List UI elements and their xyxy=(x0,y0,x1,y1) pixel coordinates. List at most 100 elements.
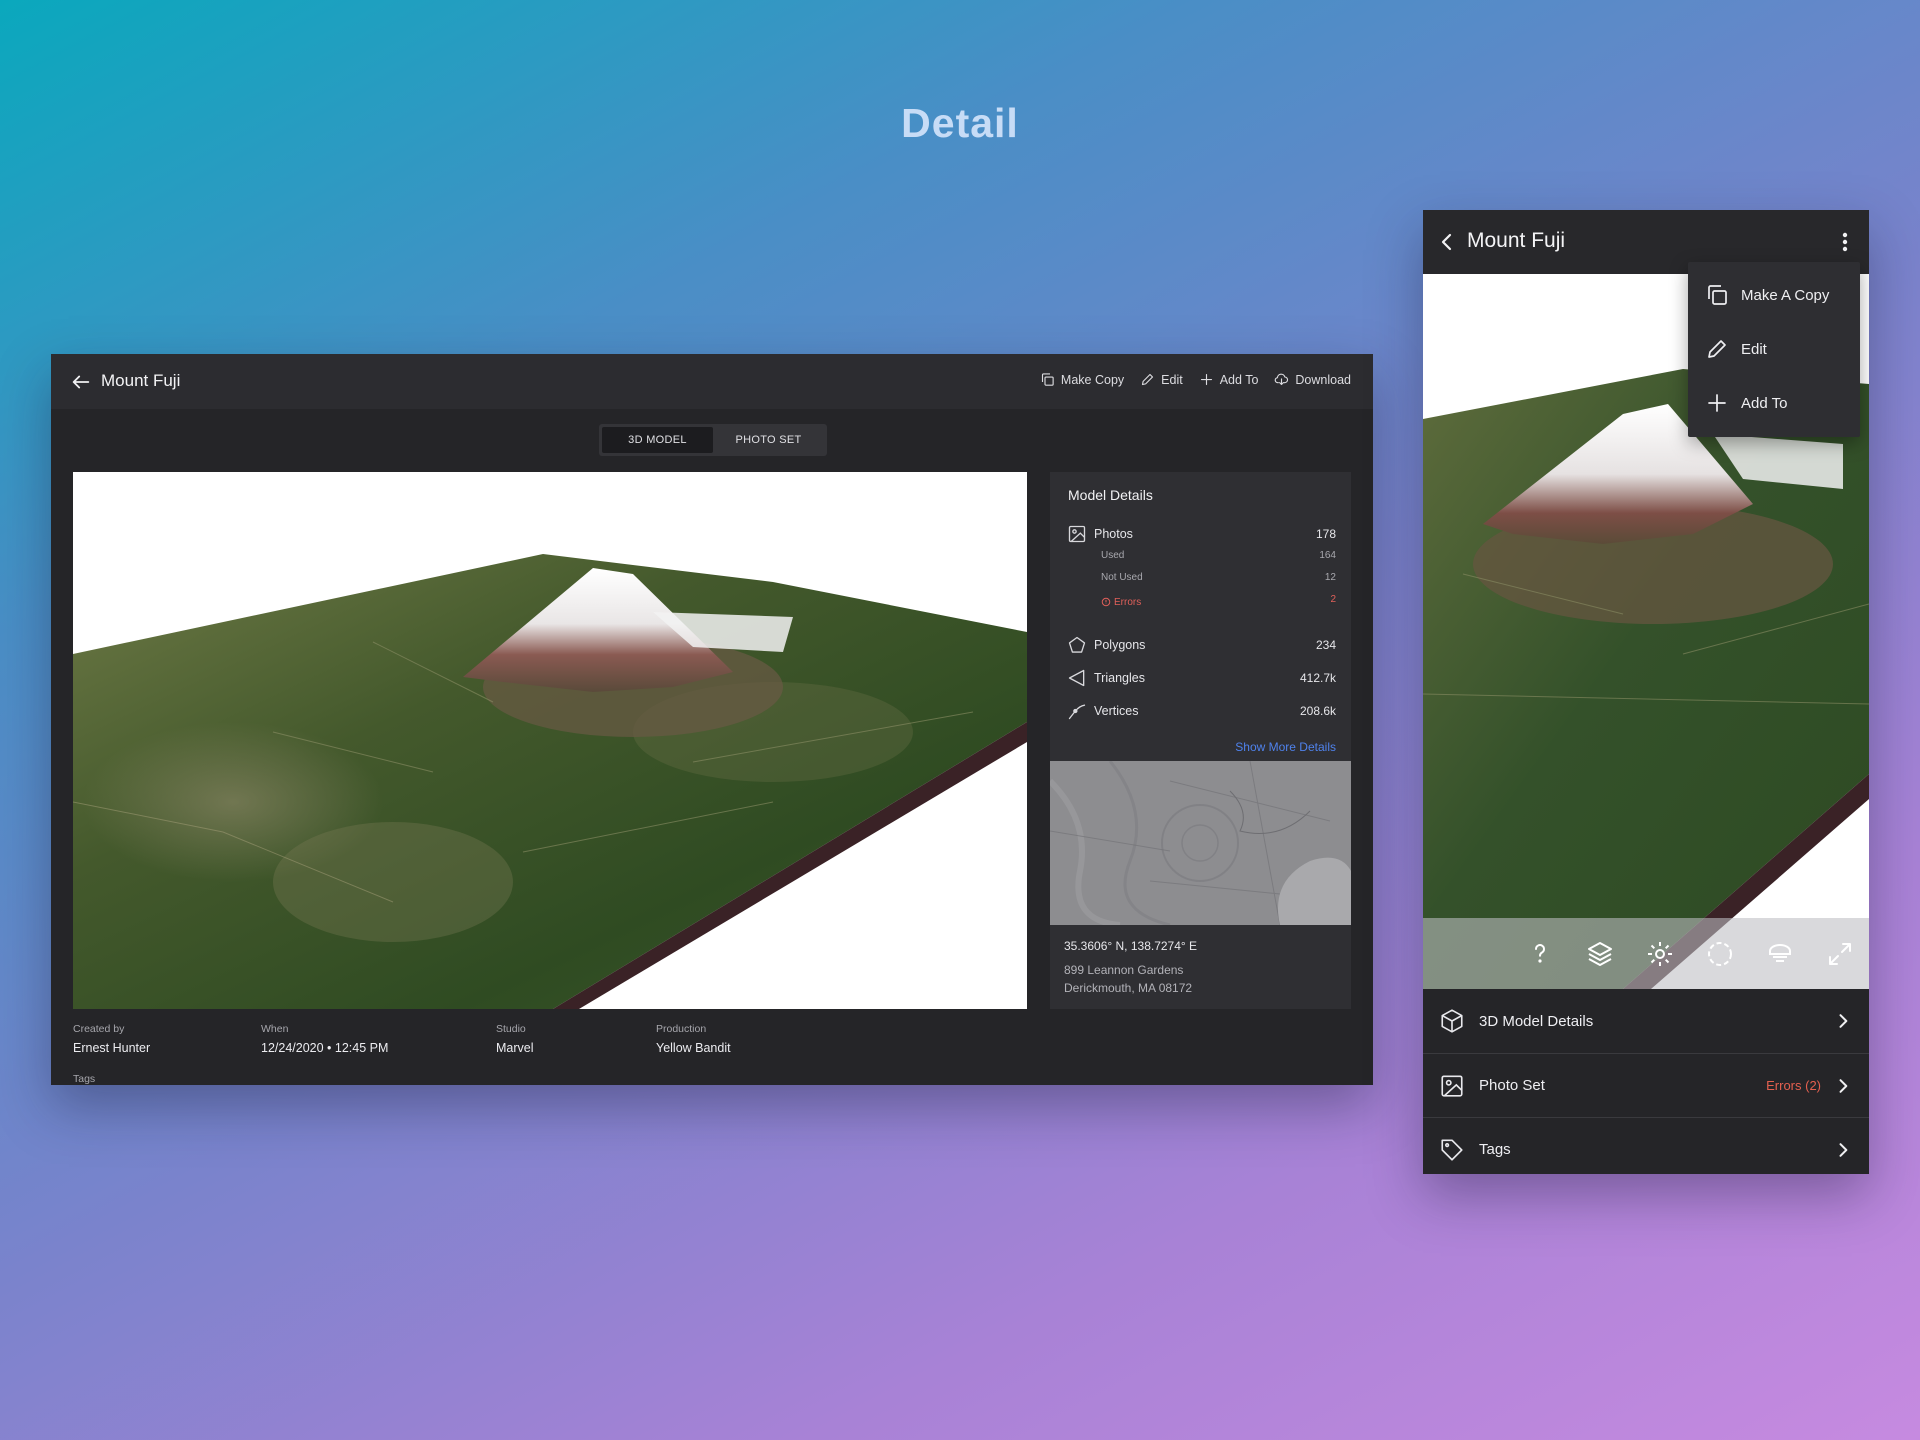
fullscreen-icon[interactable] xyxy=(1825,939,1855,969)
tags-label: Tags xyxy=(73,1073,96,1085)
pentagon-icon xyxy=(1068,636,1086,653)
when-label: When xyxy=(261,1023,289,1035)
triangles-label: Triangles xyxy=(1094,671,1145,685)
mobile-screen: Mount Fuji Make A Copy Edit Add To 3D Mo… xyxy=(1423,210,1869,1174)
image-icon xyxy=(1441,1074,1463,1097)
photo-set-errors-badge: Errors (2) xyxy=(1766,1078,1821,1093)
tab-3d-model[interactable]: 3D MODEL xyxy=(602,427,713,453)
not-used-label: Not Used xyxy=(1101,572,1143,583)
download-label: Download xyxy=(1295,372,1351,387)
location-coordinates: 35.3606° N, 138.7274° E xyxy=(1064,939,1198,953)
pencil-icon xyxy=(1142,373,1154,386)
error-icon xyxy=(1101,597,1111,607)
used-value: 164 xyxy=(1319,550,1336,561)
used-label: Used xyxy=(1101,550,1125,561)
row-3d-model-details-label: 3D Model Details xyxy=(1479,1012,1594,1030)
settings-icon[interactable] xyxy=(1645,939,1675,969)
created-by-label: Created by xyxy=(73,1023,125,1035)
plus-icon xyxy=(1708,394,1726,412)
photos-row: Photos 178 xyxy=(1067,523,1336,545)
menu-make-a-copy[interactable]: Make A Copy xyxy=(1705,280,1829,310)
row-photo-set-label: Photo Set xyxy=(1479,1077,1545,1094)
mobile-title: Mount Fuji xyxy=(1467,229,1566,252)
desktop-window: Mount Fuji Make Copy Edit Add To Downloa… xyxy=(51,354,1373,1085)
created-by-value: Ernest Hunter xyxy=(73,1041,151,1055)
used-row: Used 164 xyxy=(1101,550,1336,566)
menu-add-to-label: Add To xyxy=(1741,394,1788,412)
rotate-icon[interactable] xyxy=(1705,939,1735,969)
row-tags[interactable]: Tags xyxy=(1423,1117,1869,1174)
map-terrain xyxy=(1050,761,1351,925)
viewer-toolbar xyxy=(1423,918,1869,989)
menu-edit[interactable]: Edit xyxy=(1705,334,1767,364)
model-details-panel: Model Details Photos 178 Used 164 Not Us… xyxy=(1050,472,1351,1009)
light-icon[interactable] xyxy=(1765,939,1795,969)
cube-icon xyxy=(1441,1009,1463,1033)
vertices-row: Vertices 208.6k xyxy=(1067,700,1336,722)
show-more-details-link[interactable]: Show More Details xyxy=(1235,740,1336,754)
errors-row: Errors 2 xyxy=(1101,594,1336,610)
polygons-label: Polygons xyxy=(1094,638,1146,652)
not-used-value: 12 xyxy=(1324,572,1336,583)
chevron-left-icon[interactable] xyxy=(1435,230,1459,254)
back-arrow-icon[interactable] xyxy=(70,371,92,393)
image-icon xyxy=(1068,525,1086,543)
download-button[interactable]: Download xyxy=(1274,372,1351,387)
copy-icon xyxy=(1041,373,1054,386)
menu-edit-label: Edit xyxy=(1741,340,1767,358)
add-to-button[interactable]: Add To xyxy=(1199,372,1259,387)
help-icon[interactable] xyxy=(1525,939,1555,969)
meta-when: When 12/24/2020 • 12:45 PM xyxy=(261,1023,388,1055)
chevron-right-icon xyxy=(1839,1078,1848,1093)
3d-model-viewer[interactable] xyxy=(73,472,1027,1009)
mount-fuji-terrain-render xyxy=(73,554,1027,1009)
row-3d-model-details[interactable]: 3D Model Details xyxy=(1423,989,1869,1053)
triangles-row: Triangles 412.7k xyxy=(1067,667,1336,689)
tag-icon xyxy=(1441,1138,1463,1161)
view-toggle: 3D MODEL PHOTO SET xyxy=(599,424,827,456)
vertices-value: 208.6k xyxy=(1299,704,1336,718)
menu-make-a-copy-label: Make A Copy xyxy=(1741,286,1830,304)
make-copy-button[interactable]: Make Copy xyxy=(1040,372,1124,387)
page-heading: Detail xyxy=(901,100,1019,146)
photos-label: Photos xyxy=(1094,527,1133,541)
vertices-label: Vertices xyxy=(1094,704,1139,718)
header-actions: Make Copy Edit Add To Download xyxy=(1040,372,1351,387)
triangle-icon xyxy=(1068,669,1085,687)
menu-add-to[interactable]: Add To xyxy=(1705,388,1787,418)
triangles-value: 412.7k xyxy=(1299,671,1336,685)
edit-button[interactable]: Edit xyxy=(1140,372,1183,387)
polygons-value: 234 xyxy=(1315,638,1336,652)
polygons-row: Polygons 234 xyxy=(1067,634,1336,656)
vertex-icon xyxy=(1068,704,1086,720)
add-to-label: Add To xyxy=(1219,372,1259,387)
desktop-header: Mount Fuji Make Copy Edit Add To Downloa… xyxy=(51,354,1373,409)
location-map[interactable] xyxy=(1050,761,1351,925)
overflow-menu: Make A Copy Edit Add To xyxy=(1688,262,1860,437)
row-photo-set[interactable]: Photo Set Errors (2) xyxy=(1423,1053,1869,1117)
address-line-1: 899 Leannon Gardens xyxy=(1064,963,1184,977)
photos-value: 178 xyxy=(1315,527,1336,541)
when-value: 12/24/2020 • 12:45 PM xyxy=(261,1041,389,1055)
errors-label: Errors xyxy=(1114,596,1142,608)
layers-icon[interactable] xyxy=(1585,939,1615,969)
production-value: Yellow Bandit xyxy=(656,1041,731,1055)
make-copy-label: Make Copy xyxy=(1060,372,1125,387)
row-tags-label: Tags xyxy=(1479,1141,1511,1158)
address-line-2: Derickmouth, MA 08172 xyxy=(1064,981,1193,995)
cloud-download-icon xyxy=(1275,373,1289,386)
studio-value: Marvel xyxy=(496,1041,534,1055)
production-label: Production xyxy=(656,1023,707,1035)
copy-icon xyxy=(1708,285,1727,305)
not-used-row: Not Used 12 xyxy=(1101,572,1336,588)
meta-created-by: Created by Ernest Hunter xyxy=(73,1023,150,1055)
studio-label: Studio xyxy=(496,1023,526,1035)
chevron-right-icon xyxy=(1839,1014,1848,1028)
tab-photo-set[interactable]: PHOTO SET xyxy=(713,427,824,453)
edit-label: Edit xyxy=(1161,372,1183,387)
plus-icon xyxy=(1200,373,1212,386)
meta-studio: Studio Marvel xyxy=(496,1023,534,1055)
more-vertical-icon[interactable] xyxy=(1835,230,1855,254)
meta-production: Production Yellow Bandit xyxy=(656,1023,731,1055)
chevron-right-icon xyxy=(1839,1142,1848,1157)
